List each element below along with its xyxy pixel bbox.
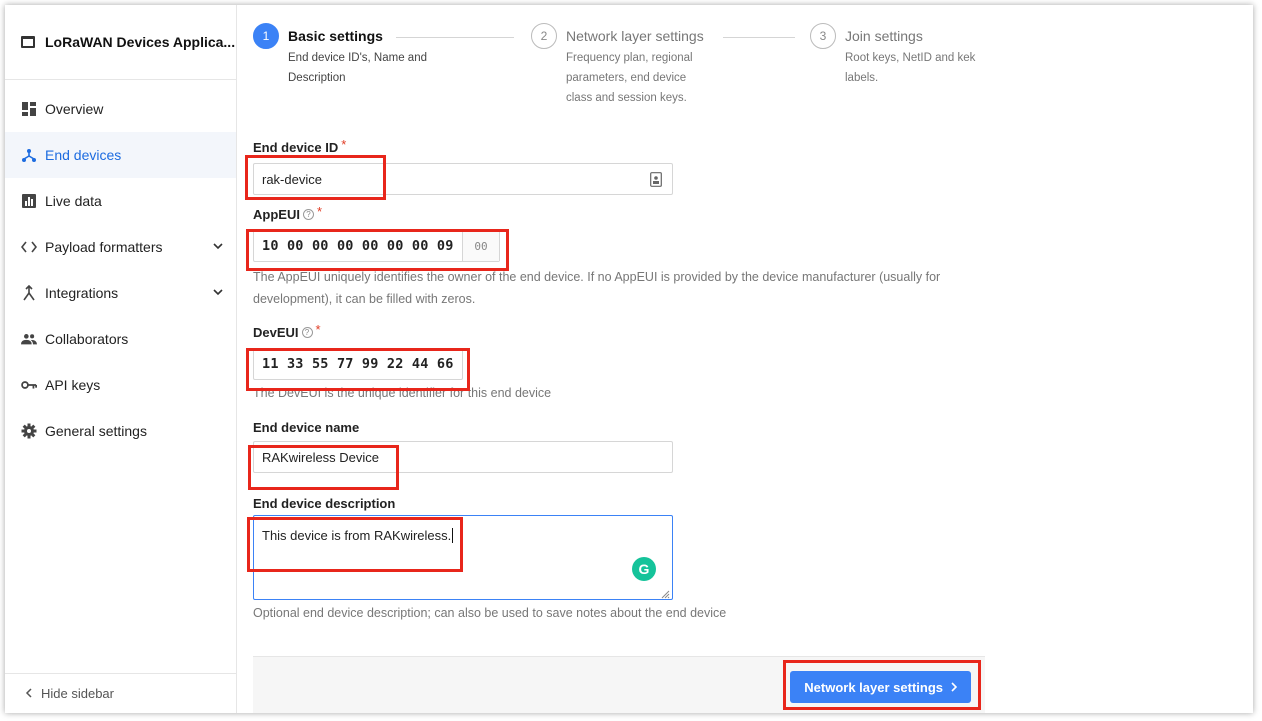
required-mark: *	[341, 136, 347, 152]
hide-sidebar-label: Hide sidebar	[41, 686, 114, 701]
device-id-label: End device ID *	[253, 136, 347, 155]
app-title: LoRaWAN Devices Applica...	[45, 34, 236, 50]
app-eui-hint: The AppEUI uniquely identifies the owner…	[253, 270, 941, 306]
chevron-left-icon	[25, 686, 33, 701]
key-icon	[21, 377, 37, 393]
step-connector	[723, 37, 795, 38]
device-description-textarea[interactable]: This device is from RAKwireless. G	[253, 515, 673, 600]
dashboard-icon	[21, 101, 37, 117]
chevron-down-icon[interactable]	[212, 239, 224, 255]
sidebar-item-label: Integrations	[45, 285, 119, 301]
sidebar-item-payload-formatters[interactable]: Payload formatters	[5, 224, 236, 270]
sidebar-item-label: Collaborators	[45, 331, 129, 347]
chevron-down-icon[interactable]	[212, 285, 224, 301]
step-number: 1	[253, 23, 279, 49]
sidebar-item-collaborators[interactable]: Collaborators	[5, 316, 236, 362]
device-name-label: End device name	[253, 419, 360, 435]
main-content: 1 Basic settings End device ID's, Name a…	[238, 5, 1253, 713]
device-description-label: End device description	[253, 495, 396, 511]
step-number: 2	[531, 23, 557, 49]
gear-icon	[21, 423, 37, 439]
app-header[interactable]: LoRaWAN Devices Applica...	[5, 5, 236, 80]
help-icon[interactable]: ?	[301, 326, 313, 338]
sidebar-item-label: General settings	[45, 423, 147, 439]
sidebar-item-label: Overview	[45, 101, 104, 117]
device-id-input[interactable]: rak-device	[253, 163, 673, 195]
network-layer-settings-button[interactable]: Network layer settings	[790, 671, 971, 703]
hide-sidebar-button[interactable]: Hide sidebar	[5, 673, 237, 713]
sidebar-item-label: Live data	[45, 193, 102, 209]
app-window: LoRaWAN Devices Applica... Overview End …	[5, 5, 1253, 713]
help-icon[interactable]: ?	[302, 208, 314, 220]
device-form: End device ID * rak-device AppEUI ? * 10…	[253, 133, 983, 624]
dev-eui-input[interactable]: 11 33 55 77 99 22 44 66	[253, 348, 463, 380]
required-mark: *	[316, 203, 323, 219]
sidebar: LoRaWAN Devices Applica... Overview End …	[5, 5, 237, 713]
sidebar-item-live-data[interactable]: Live data	[5, 178, 236, 224]
sidebar-item-overview[interactable]: Overview	[5, 86, 236, 132]
app-eui-input[interactable]: 10 00 00 00 00 00 00 09 00	[253, 230, 500, 262]
sidebar-item-integrations[interactable]: Integrations	[5, 270, 236, 316]
step-title: Basic settings	[288, 28, 383, 44]
dev-eui-label: DevEUI ? *	[253, 321, 321, 340]
app-eui-suffix: 00	[462, 231, 499, 261]
sidebar-item-label: End devices	[45, 147, 122, 163]
sidebar-item-label: Payload formatters	[45, 239, 163, 255]
sidebar-nav: Overview End devices Live data Payload f…	[5, 80, 236, 454]
text-cursor	[452, 528, 454, 543]
step-title: Network layer settings	[566, 28, 704, 44]
device-description-hint: Optional end device description; can als…	[253, 606, 727, 620]
people-icon	[21, 331, 37, 347]
step-title: Join settings	[845, 28, 923, 44]
sidebar-item-label: API keys	[45, 377, 101, 393]
contact-card-icon[interactable]	[650, 172, 662, 190]
resize-handle-icon[interactable]	[660, 587, 670, 599]
sidebar-item-end-devices[interactable]: End devices	[5, 132, 236, 178]
chevron-right-icon	[951, 682, 957, 692]
app-eui-label: AppEUI ? *	[253, 203, 323, 222]
merge-icon	[21, 285, 37, 301]
devices-icon	[21, 147, 37, 163]
window-icon	[21, 36, 35, 48]
form-footer: Network layer settings	[253, 656, 985, 713]
step-description: Root keys, NetID and kek labels.	[845, 52, 976, 84]
step-description: End device ID's, Name and Description	[288, 52, 427, 84]
step-description: Frequency plan, regional parameters, end…	[566, 52, 693, 104]
chart-icon	[21, 193, 37, 209]
step-number: 3	[810, 23, 836, 49]
device-name-input[interactable]: RAKwireless Device	[253, 441, 673, 473]
required-mark: *	[315, 321, 321, 337]
grammarly-icon[interactable]: G	[632, 557, 656, 581]
sidebar-item-general-settings[interactable]: General settings	[5, 408, 236, 454]
sidebar-item-api-keys[interactable]: API keys	[5, 362, 236, 408]
stepper: 1 Basic settings End device ID's, Name a…	[253, 23, 1013, 113]
code-icon	[21, 239, 37, 255]
dev-eui-hint: The DevEUI is the unique identifier for …	[253, 386, 552, 400]
step-connector	[396, 37, 514, 38]
